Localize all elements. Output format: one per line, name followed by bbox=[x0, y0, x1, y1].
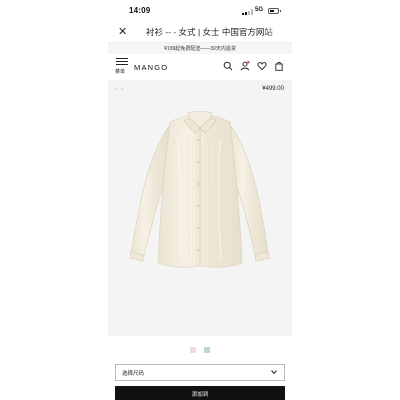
color-swatches bbox=[108, 345, 292, 357]
status-time: 14:09 bbox=[129, 6, 151, 15]
site-header: 菜单 MANGO bbox=[108, 54, 292, 81]
battery-icon bbox=[268, 8, 281, 14]
brand-logo[interactable]: MANGO bbox=[134, 63, 168, 72]
color-swatch-green[interactable] bbox=[204, 347, 210, 353]
add-to-cart-label: 添加到 bbox=[191, 392, 209, 398]
user-icon[interactable] bbox=[240, 61, 250, 71]
product-image-area[interactable]: • • ¥499.00 bbox=[108, 80, 292, 336]
status-bar: 14:09 5G bbox=[108, 0, 292, 22]
mobile-screen: 14:09 5G ✕ 衬衫 -- - 女式 | 女士 中国官方网站 ¥199起免… bbox=[108, 0, 292, 400]
search-icon[interactable] bbox=[223, 61, 233, 71]
heart-icon[interactable] bbox=[257, 61, 267, 71]
page-title: 衬衫 -- - 女式 | 女士 中国官方网站 bbox=[146, 26, 286, 38]
color-swatch-pink[interactable] bbox=[190, 347, 196, 353]
menu-icon[interactable] bbox=[116, 58, 128, 67]
menu-label[interactable]: 菜单 bbox=[115, 68, 125, 75]
browser-titlebar: ✕ 衬衫 -- - 女式 | 女士 中国官方网站 bbox=[108, 22, 292, 42]
battery-level bbox=[270, 10, 274, 12]
size-select-label: 选择尺码 bbox=[122, 371, 145, 377]
shirt-image bbox=[129, 111, 271, 268]
network-type: 5G bbox=[255, 7, 264, 13]
bag-icon[interactable] bbox=[274, 61, 284, 71]
add-to-cart-button[interactable]: 添加到 bbox=[115, 386, 285, 400]
size-select[interactable]: 选择尺码 bbox=[115, 364, 285, 381]
chevron-down-icon bbox=[271, 370, 277, 375]
close-icon[interactable]: ✕ bbox=[118, 25, 127, 38]
signal-icon bbox=[242, 9, 253, 15]
